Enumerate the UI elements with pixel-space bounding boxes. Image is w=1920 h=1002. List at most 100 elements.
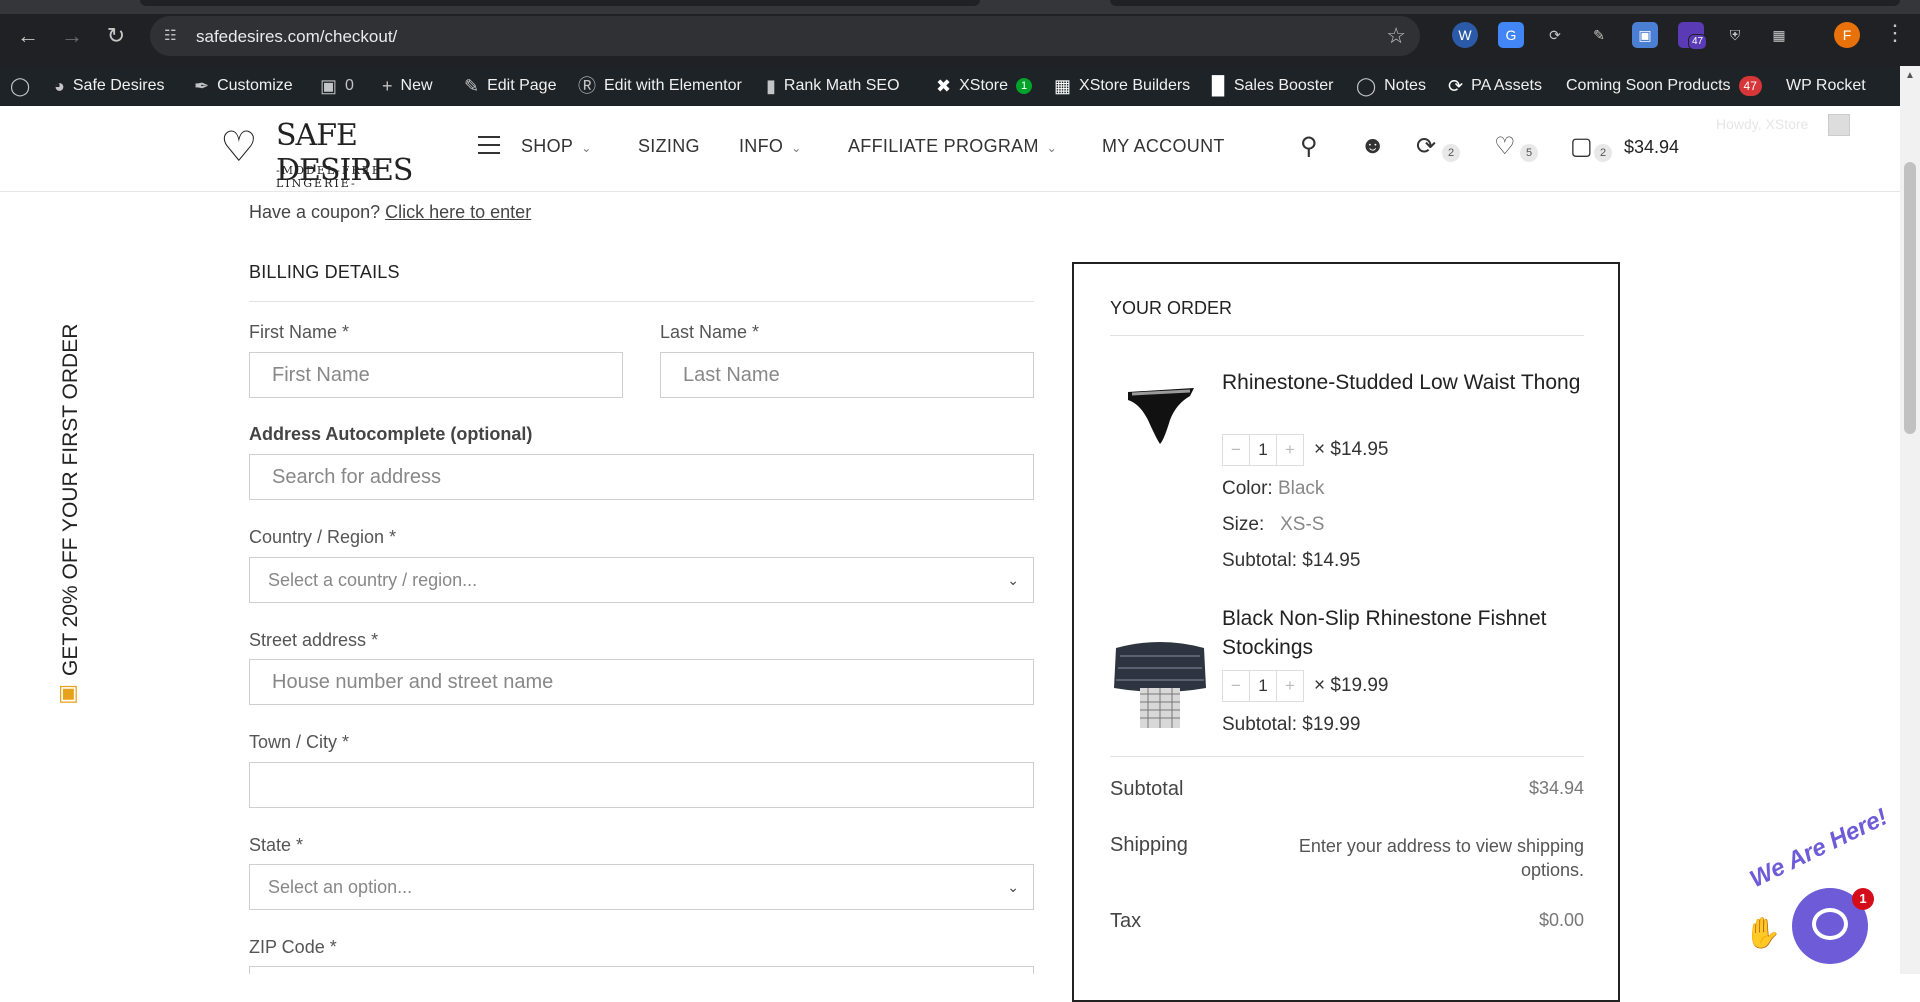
- wp-customize[interactable]: ✒ Customize: [194, 66, 293, 106]
- country-select[interactable]: Select a country / region... ⌄: [249, 557, 1034, 603]
- extensions-puzzle-icon[interactable]: ▦: [1766, 22, 1792, 48]
- wp-site-name[interactable]: ◕ Safe Desires: [54, 66, 164, 106]
- wp-pa-assets[interactable]: ⟳ PA Assets: [1448, 66, 1542, 106]
- nav-shop[interactable]: SHOP ⌄: [521, 136, 592, 157]
- page-scrollbar[interactable]: ▲: [1900, 66, 1920, 974]
- wp-xstore-label: XStore: [959, 77, 1009, 94]
- nav-sizing[interactable]: SIZING: [638, 136, 700, 157]
- wp-rocket[interactable]: WP Rocket: [1786, 66, 1866, 106]
- browser-tab[interactable]: [140, 0, 980, 6]
- product-name[interactable]: Rhinestone-Studded Low Waist Thong: [1222, 368, 1584, 397]
- wp-coming-soon[interactable]: Coming Soon Products 47: [1566, 66, 1762, 106]
- scroll-up-arrow-icon[interactable]: ▲: [1905, 70, 1915, 81]
- bookmark-star-icon[interactable]: ☆: [1386, 23, 1406, 49]
- nav-affiliate-label: AFFILIATE PROGRAM: [848, 136, 1039, 156]
- menu-hamburger-icon[interactable]: [478, 136, 500, 154]
- extension-with-badge-icon[interactable]: 47: [1678, 22, 1708, 50]
- plus-icon[interactable]: +: [1277, 671, 1303, 701]
- nav-info[interactable]: INFO ⌄: [739, 136, 802, 157]
- state-select[interactable]: Select an option... ⌄: [249, 864, 1034, 910]
- sync-extension-icon[interactable]: ⟳: [1542, 22, 1568, 48]
- wp-edit-page[interactable]: ✎ Edit Page: [464, 66, 556, 106]
- forward-icon[interactable]: →: [58, 22, 86, 50]
- live-chat-widget[interactable]: We Are Here! ✋ 1: [1744, 803, 1900, 968]
- coupon-notice: Have a coupon? Click here to enter: [249, 202, 531, 223]
- screenshot-extension-icon[interactable]: ▣: [1632, 22, 1658, 48]
- shipping-label: Shipping: [1110, 834, 1188, 856]
- site-header: ♡ SAFE DESIRES -MODEL-FREE LINGERIE- SHO…: [0, 106, 1900, 192]
- product-color: Color: Black: [1222, 478, 1324, 500]
- minus-icon[interactable]: −: [1223, 671, 1249, 701]
- city-label: Town / City *: [249, 732, 350, 752]
- product-name[interactable]: Black Non-Slip Rhinestone Fishnet Stocki…: [1222, 604, 1584, 662]
- cart-bag-icon[interactable]: ▢: [1570, 132, 1593, 161]
- last-name-field[interactable]: Last Name: [660, 352, 1034, 398]
- wp-comments[interactable]: ▣ 0: [320, 66, 354, 106]
- item-subtotal: Subtotal: $19.99: [1222, 714, 1361, 735]
- profile-avatar[interactable]: F: [1834, 22, 1860, 48]
- compare-count-badge: 2: [1442, 144, 1460, 162]
- cart-total[interactable]: $34.94: [1624, 137, 1679, 158]
- wp-new[interactable]: + New: [382, 66, 433, 106]
- search-icon[interactable]: ⚲: [1300, 132, 1318, 161]
- nav-my-account[interactable]: MY ACCOUNT: [1102, 136, 1225, 157]
- first-order-promo-tab[interactable]: GET 20% OFF YOUR FIRST ORDER ▣: [54, 323, 88, 710]
- street-address-field[interactable]: House number and street name: [249, 659, 1034, 705]
- promo-text: GET 20% OFF YOUR FIRST ORDER: [59, 323, 82, 676]
- zip-code-field[interactable]: [249, 966, 1034, 974]
- thong-product-image[interactable]: [1110, 360, 1210, 460]
- wp-notes[interactable]: ◯ Notes: [1356, 66, 1426, 106]
- chevron-down-icon: ⌄: [1007, 572, 1019, 588]
- site-logo[interactable]: ♡ SAFE DESIRES -MODEL-FREE LINGERIE-: [220, 114, 440, 190]
- browser-menu-icon[interactable]: ⋮: [1884, 20, 1906, 46]
- quantity-stepper[interactable]: − 1 +: [1222, 434, 1304, 466]
- product-size: Size: XS-S: [1222, 514, 1324, 536]
- nav-affiliate[interactable]: AFFILIATE PROGRAM ⌄: [848, 136, 1057, 157]
- wp-xstore[interactable]: ✖ XStore 1: [936, 66, 1033, 106]
- subtotal-label: Subtotal: [1110, 778, 1184, 800]
- wishlist-heart-icon[interactable]: ♡: [1494, 132, 1516, 161]
- first-name-field[interactable]: First Name: [249, 352, 623, 398]
- bar-chart-icon: ▉: [1212, 76, 1226, 96]
- chat-unread-badge: 1: [1852, 888, 1874, 910]
- divider: [1110, 335, 1584, 336]
- user-icon[interactable]: ☻: [1360, 132, 1385, 160]
- wp-rank-math[interactable]: ▮ Rank Math SEO: [766, 66, 900, 106]
- chevron-down-icon: ⌄: [1046, 141, 1058, 155]
- wp-edit-elementor[interactable]: Ⓡ Edit with Elementor: [578, 66, 742, 106]
- color-value: Black: [1277, 478, 1325, 499]
- plus-icon[interactable]: +: [1277, 435, 1303, 465]
- address-bar[interactable]: ☷ safedesires.com/checkout/ ☆: [150, 16, 1420, 56]
- scrollbar-thumb[interactable]: [1904, 162, 1916, 434]
- last-name-label: Last Name *: [660, 322, 760, 342]
- wp-comments-count: 0: [345, 77, 354, 94]
- unit-price: × $19.99: [1314, 675, 1389, 696]
- url-text[interactable]: safedesires.com/checkout/: [196, 27, 397, 47]
- eyedropper-extension-icon[interactable]: ✎: [1586, 22, 1612, 48]
- minus-icon[interactable]: −: [1223, 435, 1249, 465]
- translate-extension-icon[interactable]: G: [1498, 22, 1524, 48]
- wp-logo-icon[interactable]: ◯: [10, 66, 30, 106]
- reload-icon[interactable]: ↻: [102, 22, 130, 50]
- back-icon[interactable]: ←: [14, 22, 42, 50]
- browser-tab[interactable]: [1110, 0, 1900, 6]
- wp-sales-booster[interactable]: ▉ Sales Booster: [1212, 66, 1333, 106]
- shipping-value: Enter your address to view shipping opti…: [1298, 836, 1584, 880]
- city-field[interactable]: [249, 762, 1034, 808]
- chevron-down-icon: ⌄: [1007, 879, 1019, 895]
- size-label: Size:: [1222, 514, 1265, 535]
- address-autocomplete-field[interactable]: Search for address: [249, 454, 1034, 500]
- quantity-value[interactable]: 1: [1249, 671, 1277, 701]
- stockings-product-image[interactable]: [1110, 630, 1210, 730]
- country-select-value: Select a country / region...: [268, 570, 478, 590]
- quantity-value[interactable]: 1: [1249, 435, 1277, 465]
- compare-icon[interactable]: ⟳: [1416, 132, 1436, 161]
- wp-xstore-builders[interactable]: ▦ XStore Builders: [1054, 66, 1190, 106]
- brush-icon: ✒: [194, 76, 210, 96]
- site-info-icon[interactable]: ☷: [164, 27, 182, 45]
- shield-extension-icon[interactable]: ⛨: [1722, 22, 1748, 48]
- quantity-stepper[interactable]: − 1 +: [1222, 670, 1304, 702]
- coupon-link[interactable]: Click here to enter: [385, 202, 531, 222]
- coupon-text: Have a coupon?: [249, 202, 381, 222]
- wordpress-extension-icon[interactable]: W: [1452, 22, 1478, 48]
